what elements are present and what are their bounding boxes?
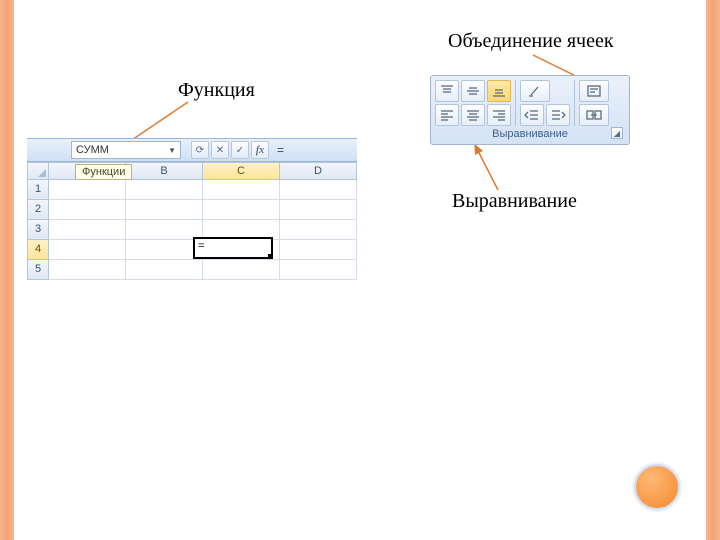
col-header-b[interactable]: B xyxy=(126,162,203,180)
cell[interactable] xyxy=(126,200,203,220)
cell[interactable] xyxy=(49,180,126,200)
dialog-launcher-icon[interactable]: ◢ xyxy=(611,127,623,139)
row-header-5[interactable]: 5 xyxy=(27,260,49,280)
cell[interactable] xyxy=(126,260,203,280)
cancel-icon[interactable]: ✕ xyxy=(211,141,229,159)
row-header-1[interactable]: 1 xyxy=(27,180,49,200)
cell[interactable] xyxy=(280,220,357,240)
cell[interactable] xyxy=(126,240,203,260)
align-top-button[interactable] xyxy=(435,80,459,102)
decrease-indent-button[interactable] xyxy=(520,104,544,126)
align-center-button[interactable] xyxy=(461,104,485,126)
cell[interactable] xyxy=(126,220,203,240)
col-header-c[interactable]: C xyxy=(203,162,280,180)
name-box[interactable]: СУММ ▼ xyxy=(71,141,181,159)
wrap-text-button[interactable] xyxy=(579,80,609,102)
cell[interactable] xyxy=(280,260,357,280)
select-all-corner[interactable] xyxy=(27,162,49,180)
merge-cells-button[interactable] xyxy=(579,104,609,126)
label-merge-cells: Объединение ячеек xyxy=(448,30,614,53)
row-header-4[interactable]: 4 xyxy=(27,240,49,260)
cell[interactable] xyxy=(280,180,357,200)
col-header-d[interactable]: D xyxy=(280,162,357,180)
increase-indent-button[interactable] xyxy=(546,104,570,126)
cell[interactable] xyxy=(126,180,203,200)
align-bottom-button[interactable] xyxy=(487,80,511,102)
decorative-circle xyxy=(634,464,680,510)
cell[interactable] xyxy=(280,240,357,260)
insert-function-button[interactable]: fx xyxy=(251,141,269,159)
cell[interactable] xyxy=(203,180,280,200)
ribbon-group-title: Выравнивание ◢ xyxy=(435,126,625,140)
enter-icon[interactable]: ✓ xyxy=(231,141,249,159)
cell[interactable] xyxy=(49,240,126,260)
row-header-2[interactable]: 2 xyxy=(27,200,49,220)
orientation-button[interactable] xyxy=(520,80,550,102)
label-alignment: Выравнивание xyxy=(452,190,577,213)
align-right-button[interactable] xyxy=(487,104,511,126)
cell[interactable] xyxy=(280,200,357,220)
formula-bar: СУММ ▼ ⟳ ✕ ✓ fx = xyxy=(27,138,357,162)
cell[interactable] xyxy=(49,200,126,220)
excel-fragment: СУММ ▼ ⟳ ✕ ✓ fx = A B C D 1 2 3 4 5 xyxy=(27,138,357,280)
cell[interactable] xyxy=(49,220,126,240)
cell[interactable] xyxy=(203,260,280,280)
label-function: Функция xyxy=(178,79,255,102)
formula-bar-content[interactable]: = xyxy=(277,143,284,157)
align-middle-button[interactable] xyxy=(461,80,485,102)
active-cell-editor[interactable]: = xyxy=(193,237,273,259)
functions-tooltip: Функции xyxy=(75,164,132,180)
align-left-button[interactable] xyxy=(435,104,459,126)
alignment-ribbon-group: Выравнивание ◢ xyxy=(430,75,630,145)
dropdown-icon[interactable]: ▼ xyxy=(168,146,176,155)
cell[interactable] xyxy=(49,260,126,280)
refresh-icon[interactable]: ⟳ xyxy=(191,141,209,159)
cell[interactable] xyxy=(203,200,280,220)
name-box-value: СУММ xyxy=(76,144,109,156)
row-header-3[interactable]: 3 xyxy=(27,220,49,240)
